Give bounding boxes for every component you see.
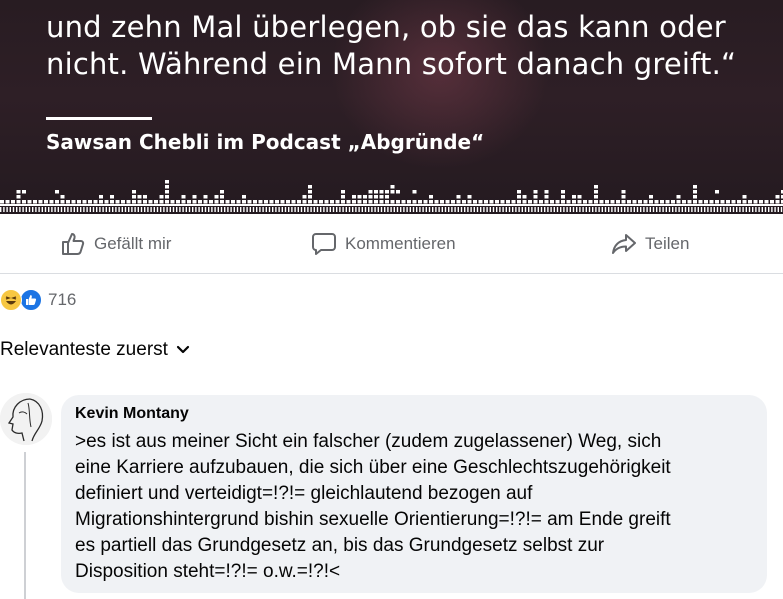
chevron-down-icon — [176, 345, 190, 354]
comment-author[interactable]: Kevin Montany — [75, 405, 189, 423]
sort-label: Relevanteste zuerst — [0, 339, 168, 360]
quote-line: nicht. Während ein Mann sofort danach gr… — [46, 47, 737, 81]
comment-text-line: definiert und verteidigt=!?!= gleichlaut… — [75, 483, 533, 504]
share-arrow-icon — [612, 234, 636, 254]
quote-line: und zehn Mal überlegen, ob sie das kann … — [46, 10, 726, 44]
comment-text-line: eine Karriere aufzubauen, die sich über … — [75, 457, 671, 478]
post-action-bar: Gefällt mir Kommentieren Teilen — [0, 216, 783, 274]
quote-source: Sawsan Chebli im Podcast „Abgründe“ — [46, 130, 485, 154]
reaction-count: 716 — [48, 290, 77, 309]
comment-text-line: Migrationshintergrund bishin sexuelle Or… — [75, 509, 671, 530]
share-button-label: Teilen — [645, 234, 690, 253]
thumbs-up-icon — [62, 233, 85, 255]
comment-sort-dropdown[interactable]: Relevanteste zuerst — [0, 339, 190, 361]
post-image[interactable]: und zehn Mal überlegen, ob sie das kann … — [0, 0, 783, 214]
comment-button[interactable]: Kommentieren — [311, 228, 456, 260]
share-button[interactable]: Teilen — [611, 228, 689, 260]
comment-thread-line — [24, 452, 26, 599]
like-button[interactable]: Gefällt mir — [60, 228, 171, 260]
accent-divider — [46, 117, 152, 120]
sketch-portrait-avatar — [0, 393, 52, 445]
reaction-summary[interactable]: 716 — [0, 288, 76, 312]
comment-text: >es ist aus meiner Sicht ein falscher (z… — [75, 429, 755, 585]
comment-bubble-icon — [312, 233, 336, 255]
comment-text-line: >es ist aus meiner Sicht ein falscher (z… — [75, 431, 662, 452]
comment-text-line: es partiell das Grundgesetz an, bis das … — [75, 535, 605, 556]
like-button-label: Gefällt mir — [94, 234, 172, 253]
audio-waveform-graphic — [0, 180, 783, 212]
avatar[interactable] — [0, 393, 52, 445]
like-reaction-icon — [20, 289, 42, 311]
haha-reaction-icon — [0, 289, 22, 311]
comment-bubble[interactable]: Kevin Montany >es ist aus meiner Sicht e… — [61, 395, 767, 593]
comment-button-label: Kommentieren — [345, 234, 456, 253]
comment-text-line: Disposition steht=!?!= o.w.=!?!< — [75, 561, 341, 582]
